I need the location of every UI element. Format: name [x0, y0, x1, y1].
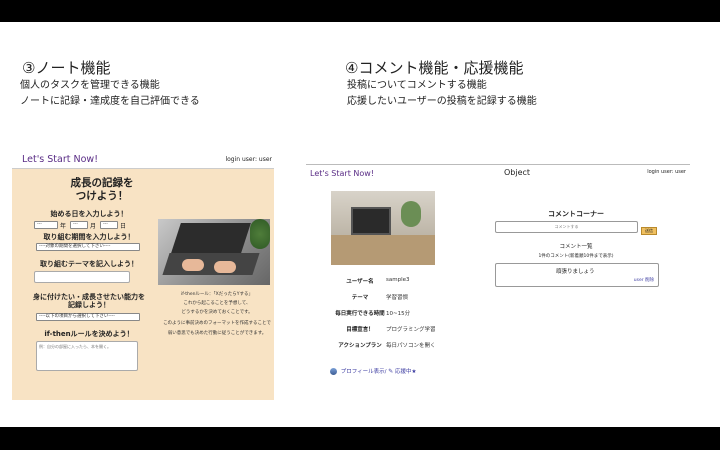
day-unit: 日 — [120, 223, 127, 230]
form-title-line: つけよう！ — [75, 190, 129, 202]
note-form-screenshot: 成長の記録を つけよう！ 始める日を入力しよう！ --- 年 --- 月 ---… — [12, 168, 274, 400]
ifthen-note: これから起こることを予想して、 — [183, 301, 251, 306]
profile-key: 目標宣言！ — [346, 327, 374, 333]
left-mock-header: Let's Start Now! login user: user — [22, 154, 272, 168]
send-button[interactable]: 送信 — [641, 227, 657, 235]
start-date-label: 始める日を入力しよう！ — [50, 210, 128, 218]
year-select[interactable]: --- — [34, 221, 58, 229]
comment-input[interactable]: コメントする — [495, 221, 638, 233]
login-user: login user: user — [225, 156, 272, 163]
profile-row: ユーザー名 sample3 — [330, 277, 490, 289]
ifthen-textarea[interactable]: 例：自分の部屋に入ったら、本を開く。 — [36, 341, 138, 371]
ifthen-placeholder: 例：自分の部屋に入ったら、本を開く。 — [39, 344, 111, 349]
profile-key: テーマ — [351, 295, 369, 301]
object-title: Object — [504, 168, 531, 177]
profile-link[interactable]: プロフィール表示/ — [341, 369, 387, 375]
profile-key: アクションプラン — [338, 343, 382, 349]
profile-value: 毎日パソコンを開く — [386, 343, 436, 349]
brand-logo[interactable]: Let's Start Now! — [310, 169, 374, 178]
ifthen-label: if-thenルールを決めよう！ — [44, 330, 134, 338]
comment-corner-title: コメントコーナー — [548, 210, 604, 218]
theme-input[interactable] — [34, 271, 130, 283]
ifthen-note: 弱い意思でも決めた行動に従うことができます。 — [167, 331, 267, 336]
comment-count: 1件のコメント(新着順10件まで表示) — [538, 254, 614, 259]
profile-key: ユーザー名 — [346, 279, 374, 285]
comment-list-label: コメント一覧 — [559, 244, 593, 250]
section-desc-note: 個人のタスクを管理できる機能 ノートに記録・達成度を自己評価できる — [20, 78, 200, 110]
desc-line: 応援したいユーザーの投稿を記録する機能 — [347, 96, 537, 107]
ifthen-note: どうするかを決めておくことです。 — [181, 310, 253, 315]
profile-links: プロフィール表示/ ✎ 応援中★ — [330, 367, 416, 375]
login-user: login user: user — [647, 169, 686, 175]
cheer-icon: ✎ — [388, 368, 394, 375]
period-select[interactable]: ----対象の期間を選択して下さい---- — [36, 243, 140, 251]
theme-label: 取り組むテーマを記入しよう！ — [40, 260, 138, 268]
skill-label-line: 身に付けたい・成長させたい能力を — [33, 293, 145, 301]
ifthen-note: if-thenルール：「XだったらYする」 — [180, 292, 254, 297]
ifthen-note: このように事前決めのフォーマットを作成することで — [163, 321, 271, 326]
profile-row: テーマ 学習習慣 — [330, 293, 490, 305]
month-select[interactable]: --- — [70, 221, 88, 229]
day-select[interactable]: --- — [100, 221, 118, 229]
skill-label: 身に付けたい・成長させたい能力を 記録しよう！ — [24, 293, 154, 309]
desc-line: 個人のタスクを管理できる機能 — [20, 80, 160, 91]
profile-row: 目標宣言！ プログラミング学習 — [330, 325, 490, 337]
profile-value: sample3 — [386, 277, 410, 283]
profile-value: プログラミング学習 — [386, 327, 436, 333]
year-unit: 年 — [60, 223, 67, 230]
profile-row: アクションプラン 毎日パソコンを開く — [330, 341, 490, 353]
skill-select[interactable]: ----以下の項目から選択して下さい---- — [36, 313, 140, 321]
office-laptop-photo — [331, 191, 435, 265]
section-desc-comment: 投稿についてコメントする機能 応援したいユーザーの投稿を記録する機能 — [347, 78, 537, 110]
form-title-line: 成長の記録を — [70, 177, 134, 189]
profile-value: 学習習慣 — [386, 295, 409, 301]
slide: ③ノート機能 個人のタスクを管理できる機能 ノートに記録・達成度を自己評価できる… — [0, 22, 720, 427]
cheer-link[interactable]: 応援中★ — [395, 369, 416, 375]
desc-line: 投稿についてコメントする機能 — [347, 80, 487, 91]
skill-label-line: 記録しよう！ — [68, 301, 110, 309]
comment-text: 頑張りましょう — [556, 269, 595, 275]
section-title-note: ③ノート機能 — [22, 59, 111, 77]
month-unit: 月 — [90, 223, 97, 230]
form-title: 成長の記録を つけよう！ — [42, 177, 162, 203]
comment-item: 頑張りましょう user 削除 — [495, 263, 659, 287]
profile-key: 毎日実行できる時間 — [335, 311, 385, 317]
profile-value: 10~15分 — [386, 311, 411, 317]
comment-page-screenshot: Let's Start Now! Object login user: user… — [306, 164, 690, 382]
section-title-comment: ④コメント機能・応援機能 — [345, 59, 524, 77]
profile-row: 毎日実行できる時間 10~15分 — [330, 309, 490, 321]
desc-line: ノートに記録・達成度を自己評価できる — [20, 96, 200, 107]
comment-user-delete-link[interactable]: user 削除 — [634, 277, 654, 283]
brand-logo[interactable]: Let's Start Now! — [22, 154, 98, 165]
laptop-typing-photo — [158, 219, 270, 285]
globe-icon — [330, 368, 337, 375]
period-label: 取り組む期間を入力しよう！ — [43, 233, 135, 241]
